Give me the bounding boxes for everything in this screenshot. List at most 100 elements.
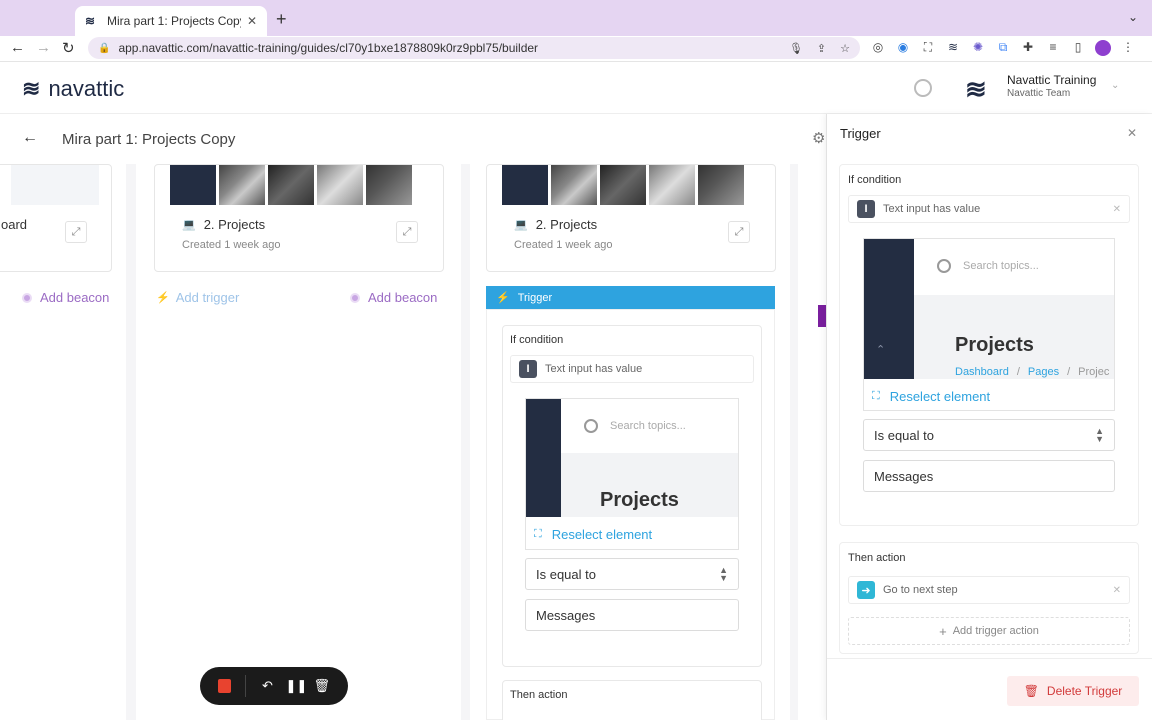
chevron-down-icon[interactable]: ⌄ — [1111, 80, 1119, 91]
trash-icon: 🗑 — [1023, 684, 1039, 698]
trash-icon[interactable]: 🗑 — [313, 678, 330, 694]
step-title: 💻 2. Projects — [182, 217, 265, 232]
preview-sidebar: ⌃ — [864, 239, 914, 379]
action-row[interactable]: ➜ Go to next step ✕ — [848, 576, 1130, 604]
navattic-logo[interactable]: ≋ navattic — [22, 76, 124, 102]
trigger-header[interactable]: ⚡ Trigger — [486, 286, 775, 309]
side-panel-icon[interactable]: ▯ — [1070, 40, 1086, 59]
expand-icon[interactable]: ⤢ — [728, 221, 750, 243]
browser-tab[interactable]: ≋ Mira part 1: Projects Copy - na ✕ — [75, 6, 267, 36]
step-column-1: oard ⤢ Add beacon — [0, 164, 126, 720]
gear-icon[interactable]: ⚙ — [812, 129, 825, 147]
condition-text: Text input has value — [883, 203, 981, 215]
navattic-extension-icon[interactable]: ≋ — [945, 40, 961, 59]
extension-icon-5[interactable]: ✺ — [970, 40, 986, 59]
extension-icon-2[interactable]: ◉ — [895, 40, 911, 59]
translate-extension-icon[interactable]: ⧉ — [995, 40, 1011, 59]
pause-icon[interactable]: ❚❚ — [285, 678, 307, 694]
builder-canvas[interactable]: oard ⤢ Add beacon 💻 2. Projects Created … — [0, 164, 826, 720]
chevron-up-icon: ⌃ — [876, 344, 886, 356]
select-arrows-icon: ▲ ▼ — [1095, 426, 1104, 444]
search-icon — [584, 419, 598, 433]
preview-sidebar — [526, 399, 561, 517]
action-text: Go to next step — [883, 584, 958, 596]
step-card[interactable]: 💻 2. Projects Created 1 week ago ⤢ — [154, 164, 444, 272]
preview-search: Search topics... — [937, 259, 1039, 273]
step-marker — [818, 305, 826, 327]
add-trigger-label: Add trigger — [175, 290, 240, 305]
back-nav-icon[interactable]: ← — [10, 39, 25, 56]
reselect-element-button[interactable]: ⛶ Reselect element — [526, 517, 738, 549]
search-icon — [937, 259, 951, 273]
add-beacon-label: Add beacon — [40, 290, 110, 305]
condition-row[interactable]: I Text input has value ✕ — [848, 195, 1130, 223]
then-action-label: Then action — [510, 689, 568, 701]
then-action-box: Then action — [502, 680, 762, 720]
step-thumbnail — [11, 165, 99, 205]
step-column-4 — [798, 164, 826, 720]
element-preview: Search topics... Projects ⛶ Reselect ele… — [525, 398, 739, 550]
url-text: app.navattic.com/navattic-training/guide… — [118, 41, 539, 55]
if-condition-label: If condition — [510, 334, 564, 346]
reselect-label: Reselect element — [551, 526, 653, 542]
step-card[interactable]: 💻 2. Projects Created 1 week ago ⤢ — [486, 164, 776, 272]
new-tab-button[interactable]: + — [276, 9, 287, 30]
browser-toolbar: ← → ↻ 🔒 app.navattic.com/navattic-traini… — [0, 36, 1152, 62]
add-beacon-button[interactable]: Add beacon — [22, 290, 109, 305]
remove-action-icon[interactable]: ✕ — [1113, 585, 1121, 596]
share-icon[interactable]: ⇪ — [817, 42, 826, 55]
step-card[interactable]: oard ⤢ — [0, 164, 112, 272]
recording-controls: ↶ ❚❚ 🗑 — [200, 667, 348, 705]
url-bar[interactable]: 🔒 app.navattic.com/navattic-training/gui… — [88, 37, 860, 59]
reload-icon[interactable]: ↻ — [62, 39, 75, 57]
stop-record-icon[interactable] — [218, 679, 231, 693]
add-trigger-action-button[interactable]: + Add trigger action — [848, 617, 1130, 645]
operator-value: Is equal to — [536, 566, 596, 582]
help-lifebuoy-icon[interactable] — [914, 79, 932, 97]
add-beacon-button[interactable]: Add beacon — [350, 290, 437, 305]
trigger-card[interactable]: If condition I Text input has value Sear… — [486, 309, 775, 720]
preview-search-placeholder: Search topics... — [610, 420, 686, 432]
extension-icon-1[interactable]: ◎ — [870, 40, 886, 59]
then-action-label: Then action — [848, 552, 906, 564]
guide-title: Mira part 1: Projects Copy — [62, 131, 236, 148]
profile-avatar-icon[interactable] — [1095, 40, 1111, 59]
step-thumbnails — [170, 165, 412, 205]
preview-search: Search topics... — [584, 419, 686, 433]
value-input[interactable]: Messages — [525, 599, 739, 631]
tab-search-icon[interactable]: ⌄ — [1128, 10, 1138, 24]
browser-tab-bar: ≋ Mira part 1: Projects Copy - na ✕ + ⌄ — [0, 0, 1152, 36]
tab-close-icon[interactable]: ✕ — [247, 14, 257, 28]
team-logo-icon: ≋ — [965, 74, 987, 104]
laptop-icon: 💻 — [514, 219, 528, 231]
expand-icon[interactable]: ⤢ — [65, 221, 87, 243]
operator-select[interactable]: Is equal to ▲ ▼ — [525, 558, 739, 590]
undo-icon[interactable]: ↶ — [259, 678, 275, 694]
reading-list-icon[interactable]: ≡ — [1045, 40, 1061, 59]
extensions-puzzle-icon[interactable]: ✚ — [1020, 40, 1036, 59]
team-name[interactable]: Navattic Training — [1007, 73, 1096, 87]
value-input[interactable]: Messages — [863, 460, 1115, 492]
remove-condition-icon[interactable]: ✕ — [1113, 204, 1121, 215]
back-arrow-icon[interactable]: ← — [22, 129, 38, 147]
lock-icon: 🔒 — [98, 42, 111, 54]
star-icon[interactable]: ☆ — [840, 42, 850, 55]
browser-menu-icon[interactable]: ⋮ — [1120, 40, 1136, 59]
expand-icon[interactable]: ⤢ — [396, 221, 418, 243]
element-preview: ⌃ Search topics... Projects Dashboard / … — [863, 238, 1115, 411]
delete-trigger-button[interactable]: 🗑 Delete Trigger — [1007, 676, 1139, 706]
close-icon[interactable]: ✕ — [1127, 126, 1137, 140]
operator-select[interactable]: Is equal to ▲ ▼ — [863, 419, 1115, 451]
plus-icon: + — [939, 623, 947, 639]
target-icon: ⛶ — [534, 527, 542, 540]
preview-search-placeholder: Search topics... — [963, 260, 1039, 272]
add-trigger-button[interactable]: ⚡ Add trigger — [156, 290, 239, 305]
screenshot-extension-icon[interactable]: ⛶ — [920, 40, 936, 59]
lightning-icon: ⚡ — [156, 292, 170, 304]
mic-icon[interactable]: 🎙 — [789, 42, 803, 55]
if-condition-label: If condition — [848, 174, 902, 186]
reselect-element-button[interactable]: ⛶ Reselect element — [864, 381, 1114, 410]
condition-row[interactable]: I Text input has value — [510, 355, 754, 383]
operator-value: Is equal to — [874, 427, 934, 443]
forward-nav-icon[interactable]: → — [36, 39, 51, 56]
